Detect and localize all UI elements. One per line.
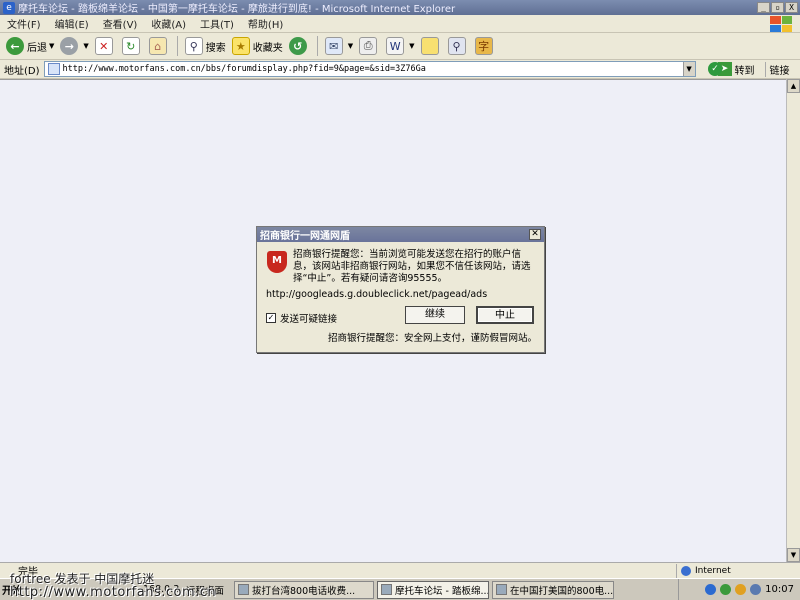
task-label: 摩托车论坛 - 踏板绵... — [395, 585, 489, 597]
back-label: 后退 — [27, 42, 47, 54]
edit-button[interactable]: W ▼ — [383, 35, 417, 57]
back-button[interactable]: ← 后退 ▼ — [3, 35, 57, 57]
volume-icon[interactable] — [735, 584, 747, 595]
history-button[interactable]: ↺ — [286, 35, 313, 57]
security-zone: Internet — [676, 563, 800, 578]
address-url[interactable]: http://www.motorfans.com.cn/bbs/forumdis… — [63, 64, 683, 74]
dialog-message: 招商银行提醒您：当前浏览可能发送您在招行的账户信息，该网站非招商银行网站，如果您… — [293, 249, 531, 284]
back-arrow-icon: ← — [6, 37, 24, 55]
home-button[interactable]: ⌂ — [146, 35, 173, 57]
menu-edit[interactable]: 编辑(E) — [48, 16, 96, 31]
ie-task-icon — [381, 584, 392, 595]
task-label: 拔打台湾800电话收费... — [252, 585, 356, 597]
go-label: 转到 — [734, 65, 755, 77]
clock: 10:07 — [765, 584, 794, 595]
security-shield-icon[interactable]: ✓ — [708, 62, 722, 76]
chevron-down-icon[interactable]: ▼ — [348, 42, 353, 50]
scroll-down-icon[interactable]: ▼ — [787, 548, 800, 562]
menu-bar: 文件(F) 编辑(E) 查看(V) 收藏(A) 工具(T) 帮助(H) — [0, 15, 800, 33]
favorites-label: 收藏夹 — [252, 42, 283, 54]
stop-navigation-button[interactable]: 中止 — [476, 306, 534, 324]
close-window-button[interactable]: X — [785, 2, 798, 13]
task-label: 在中国打美国的800电... — [510, 585, 614, 597]
menu-view[interactable]: 查看(V) — [96, 16, 145, 31]
standard-toolbar: ← 后退 ▼ → ▼ ✕ ↻ ⌂ ⚲ 搜索 ★ 收藏夹 ↺ ✉ ▼ ⎙ W ▼ … — [0, 33, 800, 60]
note-icon — [420, 37, 439, 55]
window-title-bar: e 摩托车论坛 - 踏板绵羊论坛 - 中国第一摩托车论坛 - 摩旅进行到底! -… — [0, 0, 800, 15]
checkbox-label: 发送可疑链接 — [280, 314, 338, 325]
forward-arrow-icon: → — [60, 37, 79, 55]
print-icon: ⎙ — [359, 37, 378, 55]
address-bar: 地址(D) http://www.motorfans.com.cn/bbs/fo… — [0, 60, 800, 79]
ie-icon: e — [3, 1, 15, 14]
chevron-down-icon[interactable]: ▼ — [83, 42, 88, 50]
favorites-button[interactable]: ★ 收藏夹 — [229, 35, 286, 57]
search-icon: ⚲ — [184, 37, 203, 55]
discuss-button[interactable] — [418, 35, 445, 57]
task-call-taiwan[interactable]: 拔打台湾800电话收费... — [234, 580, 374, 599]
page-icon — [47, 63, 60, 75]
minimize-button[interactable]: _ — [757, 2, 770, 13]
ime-icon[interactable] — [750, 584, 762, 595]
windows-logo-icon — [770, 16, 792, 32]
star-icon: ★ — [231, 37, 250, 55]
chevron-down-icon[interactable]: ▼ — [49, 42, 54, 50]
address-field[interactable]: http://www.motorfans.com.cn/bbs/forumdis… — [43, 61, 696, 77]
task-motorfans-forum[interactable]: 摩托车论坛 - 踏板绵... — [377, 580, 489, 599]
dialog-footer: 招商银行提醒您：安全网上支付，谨防假冒网站。 — [327, 333, 537, 344]
menu-help[interactable]: 帮助(H) — [241, 16, 290, 31]
continue-button[interactable]: 继续 — [405, 306, 465, 324]
refresh-button[interactable]: ↻ — [119, 35, 146, 57]
system-tray: 10:07 — [678, 579, 800, 600]
refresh-icon: ↻ — [121, 37, 140, 55]
watermark-url: http://www.motorfans.com.cn — [10, 585, 217, 600]
dialog-title-bar: 招商银行一网通网盾 — [257, 227, 544, 242]
vertical-scrollbar[interactable]: ▲ ▼ — [786, 79, 800, 562]
mail-button[interactable]: ✉ ▼ — [322, 35, 356, 57]
stop-button[interactable]: ✕ — [92, 35, 119, 57]
globe-icon — [681, 565, 691, 576]
window-title: 摩托车论坛 - 踏板绵羊论坛 - 中国第一摩托车论坛 - 摩旅进行到底! - M… — [18, 4, 456, 15]
menu-file[interactable]: 文件(F) — [0, 16, 48, 31]
restore-button[interactable]: ▫ — [771, 2, 784, 13]
stop-icon: ✕ — [94, 37, 113, 55]
toolbar-separator — [176, 36, 178, 56]
history-icon: ↺ — [288, 37, 307, 55]
search-button[interactable]: ⚲ 搜索 — [182, 35, 229, 57]
ie-task-icon — [238, 584, 249, 595]
dictionary-icon: 字 — [474, 37, 493, 55]
scroll-up-icon[interactable]: ▲ — [787, 79, 800, 93]
dictionary-button[interactable]: 字 — [472, 35, 499, 57]
zone-label: Internet — [695, 565, 731, 576]
shield-tray-icon[interactable] — [720, 584, 732, 595]
menu-tools[interactable]: 工具(T) — [193, 16, 241, 31]
network-icon[interactable] — [705, 584, 717, 595]
dialog-title: 招商银行一网通网盾 — [260, 231, 350, 242]
checkbox-checked-icon[interactable]: ✓ — [266, 313, 276, 323]
chevron-down-icon[interactable]: ▼ — [409, 42, 414, 50]
home-icon: ⌂ — [148, 37, 167, 55]
address-dropdown-icon[interactable]: ▼ — [682, 62, 695, 76]
bank-shield-icon: M — [267, 251, 287, 273]
research-button[interactable]: ⚲ — [445, 35, 472, 57]
print-button[interactable]: ⎙ — [356, 35, 383, 57]
ie-task-icon — [496, 584, 507, 595]
links-button[interactable]: 链接 — [764, 61, 790, 77]
task-call-usa[interactable]: 在中国打美国的800电... — [492, 580, 614, 599]
search-label: 搜索 — [205, 42, 226, 54]
dialog-close-button[interactable]: ✕ — [529, 229, 541, 240]
mail-icon: ✉ — [324, 37, 343, 55]
suspicious-url: http://googleads.g.doubleclick.net/pagea… — [266, 289, 488, 300]
research-icon: ⚲ — [447, 37, 466, 55]
window-controls: _ ▫ X — [757, 2, 798, 13]
security-warning-dialog: 招商银行一网通网盾 ✕ M 招商银行提醒您：当前浏览可能发送您在招行的账户信息，… — [256, 226, 545, 353]
address-label: 地址(D) — [4, 65, 40, 77]
go-button[interactable]: ➤ 转到 — [717, 62, 755, 77]
menu-favorites[interactable]: 收藏(A) — [144, 16, 193, 31]
forward-button[interactable]: → ▼ — [57, 35, 91, 57]
toolbar-separator — [316, 36, 318, 56]
edit-document-icon: W — [386, 37, 405, 55]
send-link-checkbox[interactable]: ✓ 发送可疑链接 — [266, 311, 337, 325]
